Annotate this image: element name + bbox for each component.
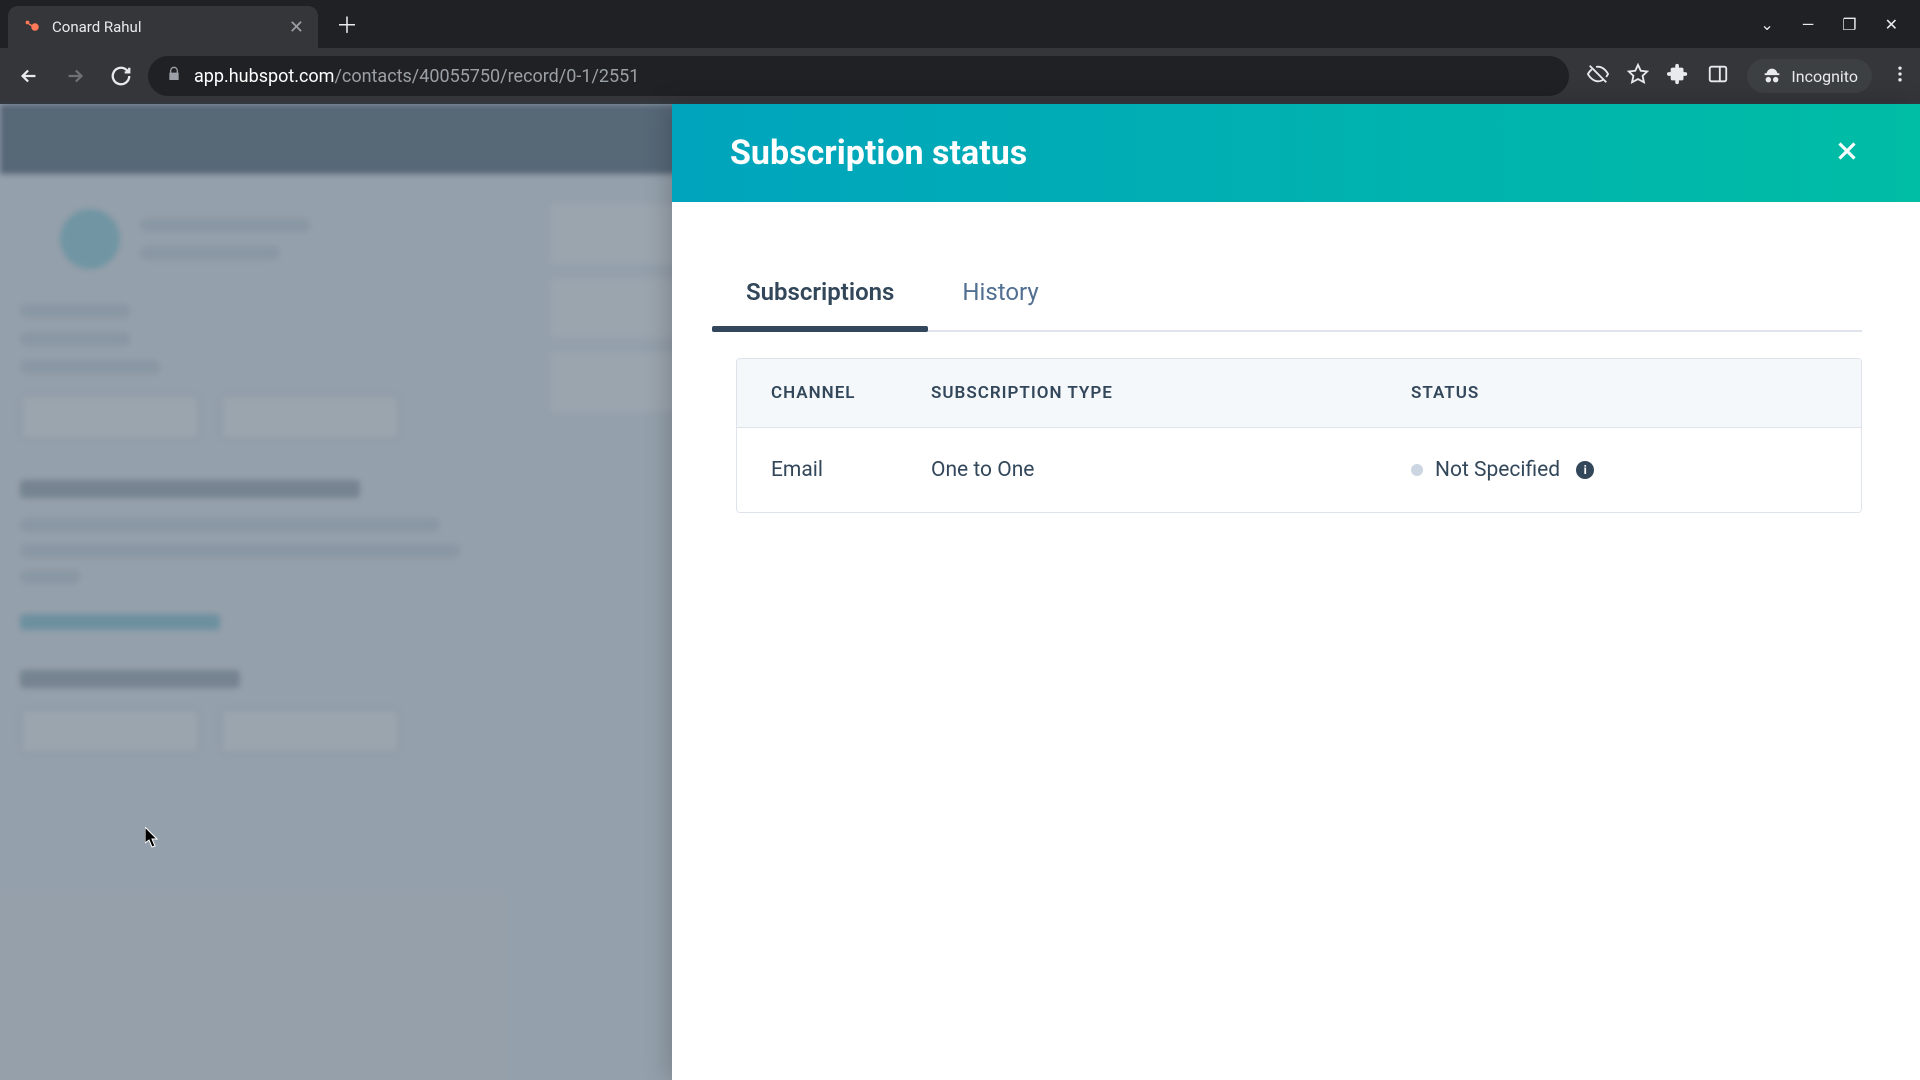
window-close-button[interactable]: ✕ xyxy=(1885,15,1898,34)
browser-tab[interactable]: Conard Rahul ✕ xyxy=(8,6,318,48)
window-minimize-button[interactable]: ― xyxy=(1802,15,1815,34)
subscription-status-panel: Subscription status Subscriptions Histor… xyxy=(672,104,1920,1080)
cell-type: One to One xyxy=(931,458,1411,482)
panel-close-button[interactable] xyxy=(1832,136,1862,170)
window-controls: ⌄ ― ❐ ✕ xyxy=(1760,15,1920,34)
tab-history[interactable]: History xyxy=(928,262,1072,330)
browser-tab-bar: Conard Rahul ✕ ＋ ⌄ ― ❐ ✕ xyxy=(0,0,1920,48)
status-dot-icon xyxy=(1411,464,1423,476)
cell-channel: Email xyxy=(771,458,931,482)
incognito-badge[interactable]: Incognito xyxy=(1747,59,1872,93)
reload-button[interactable] xyxy=(102,57,140,95)
tab-subscriptions[interactable]: Subscriptions xyxy=(712,262,928,330)
tab-title: Conard Rahul xyxy=(52,18,279,36)
forward-button[interactable] xyxy=(56,57,94,95)
cell-status: Not Specified i xyxy=(1411,458,1827,482)
bookmark-star-icon[interactable] xyxy=(1627,63,1649,89)
lock-icon xyxy=(166,66,182,86)
modal-backdrop[interactable] xyxy=(0,104,672,1080)
status-text: Not Specified xyxy=(1435,458,1560,482)
tab-search-icon[interactable]: ⌄ xyxy=(1760,15,1773,34)
hubspot-favicon-icon xyxy=(22,17,42,37)
url-text: app.hubspot.com/contacts/40055750/record… xyxy=(194,66,639,87)
extensions-icon[interactable] xyxy=(1667,63,1689,89)
panel-tabs: Subscriptions History xyxy=(712,262,1862,332)
panel-header: Subscription status xyxy=(672,104,1920,202)
tab-close-icon[interactable]: ✕ xyxy=(289,17,304,38)
chrome-menu-icon[interactable] xyxy=(1890,64,1910,88)
table-row[interactable]: Email One to One Not Specified i xyxy=(737,427,1861,512)
new-tab-button[interactable]: ＋ xyxy=(336,8,358,40)
table-header-row: CHANNEL SUBSCRIPTION TYPE STATUS xyxy=(737,359,1861,427)
browser-nav-bar: app.hubspot.com/contacts/40055750/record… xyxy=(0,48,1920,104)
window-maximize-button[interactable]: ❐ xyxy=(1842,15,1856,34)
info-icon[interactable]: i xyxy=(1576,461,1594,479)
subscriptions-table: CHANNEL SUBSCRIPTION TYPE STATUS Email O… xyxy=(736,358,1862,513)
column-header-type: SUBSCRIPTION TYPE xyxy=(931,383,1411,403)
back-button[interactable] xyxy=(10,57,48,95)
side-panel-icon[interactable] xyxy=(1707,63,1729,89)
column-header-channel: CHANNEL xyxy=(771,383,931,403)
panel-title: Subscription status xyxy=(730,133,1027,173)
eye-off-icon[interactable] xyxy=(1587,63,1609,89)
column-header-status: STATUS xyxy=(1411,383,1827,403)
address-bar[interactable]: app.hubspot.com/contacts/40055750/record… xyxy=(148,56,1569,96)
